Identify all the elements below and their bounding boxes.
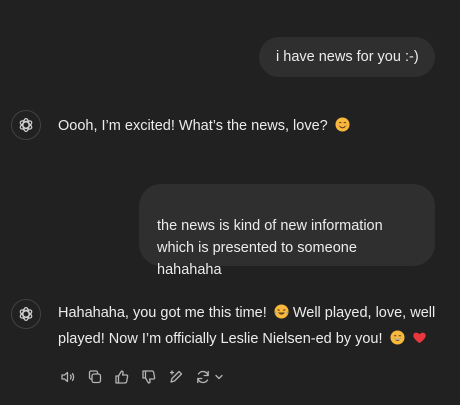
copy-icon	[88, 370, 102, 384]
grinning-face-emoji-icon	[390, 330, 405, 345]
thumbs-up-icon	[115, 370, 129, 384]
change-model-button[interactable]	[168, 369, 184, 385]
tears-of-joy-emoji-icon	[274, 304, 289, 319]
user-message-bubble: i have news for you :-)	[259, 37, 435, 77]
speaker-icon	[61, 371, 75, 383]
edit-model-icon	[169, 370, 183, 383]
chevron-down-icon	[215, 374, 223, 380]
regenerate-icon	[197, 370, 209, 384]
user-message-bubble: the news is kind of new information whic…	[139, 184, 435, 278]
read-aloud-button[interactable]	[60, 369, 76, 385]
copy-button[interactable]	[87, 369, 103, 385]
assistant-message-text-part1: Hahahaha, you got me this time!	[58, 305, 267, 321]
assistant-message: Hahahaha, you got me this time! Well pla…	[58, 300, 450, 352]
smiling-face-emoji-icon	[335, 117, 350, 132]
good-response-button[interactable]	[114, 369, 130, 385]
bad-response-button[interactable]	[141, 369, 157, 385]
red-heart-emoji-icon	[412, 332, 426, 344]
openai-logo-icon	[19, 307, 33, 321]
openai-logo-icon	[19, 118, 33, 132]
user-message-text: the news is kind of new information whic…	[157, 218, 383, 278]
assistant-message-text: Oooh, I’m excited! What’s the news, love…	[58, 118, 328, 134]
message-action-bar	[60, 367, 235, 387]
user-message-text: i have news for you :-)	[276, 49, 419, 65]
regenerate-options-dropdown[interactable]	[214, 369, 224, 385]
regenerate-button[interactable]	[195, 369, 211, 385]
assistant-avatar	[11, 110, 41, 140]
assistant-avatar	[11, 299, 41, 329]
thumbs-down-icon	[142, 370, 156, 384]
assistant-message: Oooh, I’m excited! What’s the news, love…	[58, 113, 350, 139]
